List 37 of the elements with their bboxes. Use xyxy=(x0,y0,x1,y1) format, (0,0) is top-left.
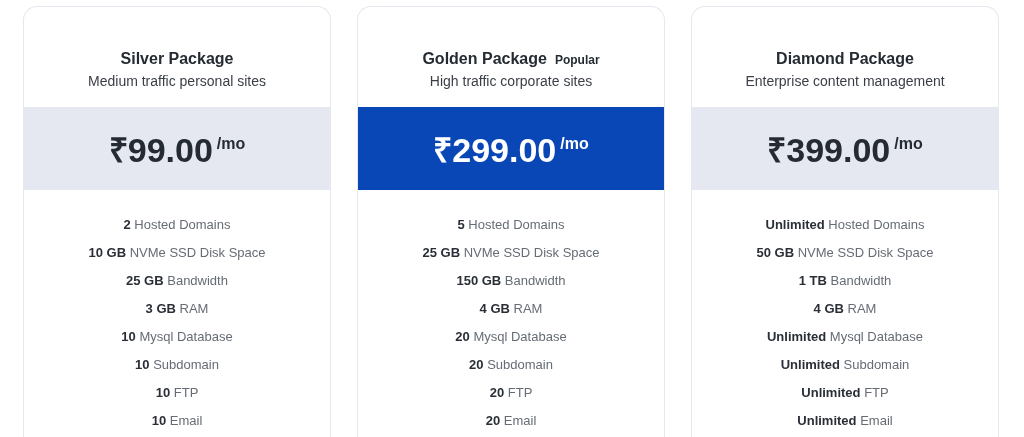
feature-item: Unlimited FTP xyxy=(801,384,889,402)
feature-item: 3 GB RAM xyxy=(145,300,209,318)
feature-item: 20 Email xyxy=(485,412,537,430)
popular-label: Popular xyxy=(554,53,600,67)
feature-item: 25 GB Bandwidth xyxy=(126,272,228,290)
feature-item: 4 GB RAM xyxy=(813,300,877,318)
feature-item: 2 Hosted Domains xyxy=(123,216,231,234)
feature-item: 150 GB Bandwidth xyxy=(456,272,566,290)
plan-subtitle: Enterprise content management xyxy=(745,73,945,89)
price: ₹399.00 xyxy=(767,129,891,171)
feature-item: Unlimited Email xyxy=(797,412,893,430)
feature-item: 50 GB NVMe SSD Disk Space xyxy=(756,244,934,262)
plan-title: Golden Package xyxy=(422,50,547,68)
plan-title: Diamond Package xyxy=(776,50,914,68)
plan-title: Silver Package xyxy=(120,50,234,68)
feature-item: 20 Mysql Database xyxy=(455,328,567,346)
feature-item: 20 Subdomain xyxy=(469,356,553,374)
feature-item: 1 TB Bandwidth xyxy=(798,272,892,290)
feature-item: 10 FTP xyxy=(155,384,199,402)
feature-item: 10 Subdomain xyxy=(135,356,219,374)
feature-item: 4 GB RAM xyxy=(479,300,543,318)
feature-item: 10 Email xyxy=(151,412,203,430)
feature-item: 25 GB NVMe SSD Disk Space xyxy=(422,244,600,262)
feature-item: Unlimited Mysql Database xyxy=(766,328,924,346)
price: ₹299.00 xyxy=(433,129,557,171)
feature-item: 10 GB NVMe SSD Disk Space xyxy=(88,244,266,262)
plan-subtitle: High traffic corporate sites xyxy=(429,73,593,89)
feature-item: 10 Mysql Database xyxy=(121,328,233,346)
feature-item: 5 Hosted Domains xyxy=(457,216,565,234)
feature-item: 20 FTP xyxy=(489,384,533,402)
feature-item: Unlimited Subdomain xyxy=(780,356,910,374)
price: ₹99.00 xyxy=(108,129,213,171)
plan-subtitle: Medium traffic personal sites xyxy=(88,73,266,89)
feature-item: Unlimited Hosted Domains xyxy=(765,216,925,234)
price-period: /mo xyxy=(894,134,923,153)
price-period: /mo xyxy=(216,134,246,153)
price-period: /mo xyxy=(560,134,589,153)
